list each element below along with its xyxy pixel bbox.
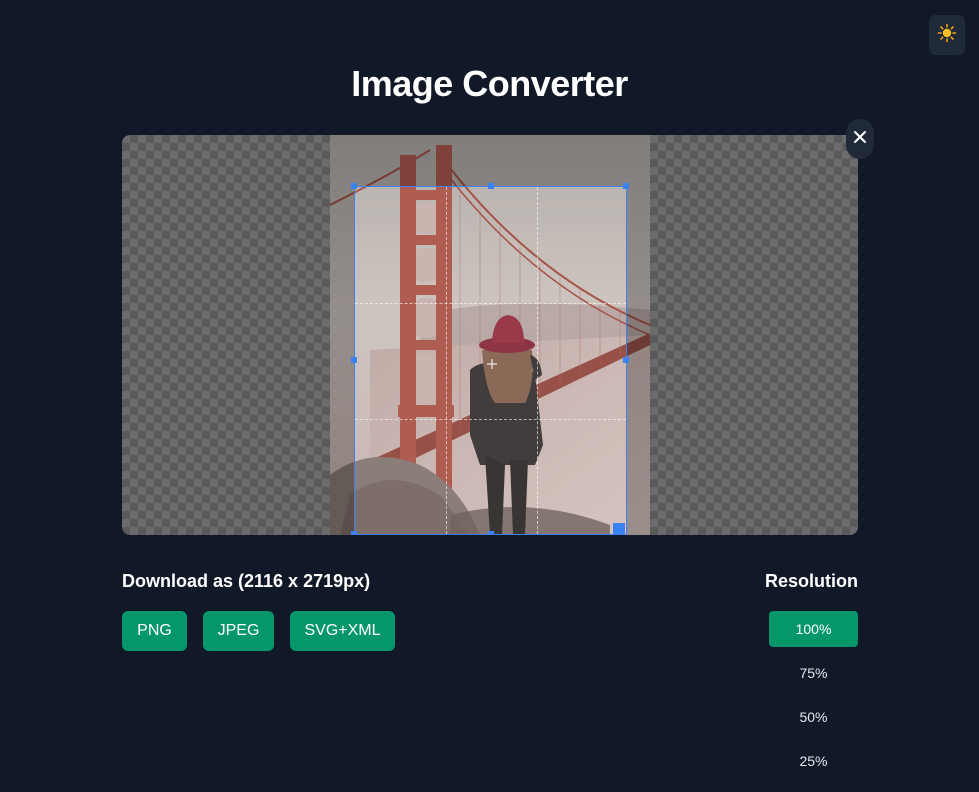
resolution-title: Resolution — [765, 571, 858, 591]
crop-handle-top-right[interactable] — [623, 183, 629, 189]
crop-handle-left[interactable] — [351, 357, 357, 363]
crop-handle-bottom-right[interactable] — [613, 523, 625, 535]
download-jpeg-button[interactable]: JPEG — [203, 611, 274, 651]
crop-selection[interactable] — [351, 183, 629, 535]
download-svg-button[interactable]: SVG+XML — [290, 611, 395, 651]
resolution-option-25[interactable]: 25% — [769, 743, 858, 779]
download-title: Download as (2116 x 2719px) — [122, 571, 371, 591]
image-preview-area — [122, 135, 858, 535]
crop-guide-line — [355, 303, 626, 304]
crop-handle-bottom-left[interactable] — [351, 531, 357, 535]
crop-shade-top — [354, 135, 627, 186]
crop-shade-right — [627, 135, 650, 535]
sun-icon — [937, 23, 957, 48]
resolution-option-50[interactable]: 50% — [769, 699, 858, 735]
crop-guide-line — [446, 187, 447, 534]
crop-guide-line — [537, 187, 538, 534]
resolution-option-75[interactable]: 75% — [769, 655, 858, 691]
crop-handle-bottom[interactable] — [488, 531, 494, 535]
resolution-option-100[interactable]: 100% — [769, 611, 858, 647]
crop-guide-line — [355, 419, 626, 420]
close-image-button[interactable] — [846, 119, 874, 159]
crop-shade-left — [330, 135, 354, 535]
crop-handle-right[interactable] — [623, 357, 629, 363]
close-icon — [853, 130, 867, 149]
crop-center-icon — [487, 356, 497, 369]
download-png-button[interactable]: PNG — [122, 611, 187, 651]
theme-toggle-button[interactable] — [929, 15, 965, 55]
crop-handle-top-left[interactable] — [351, 183, 357, 189]
page-title: Image Converter — [351, 63, 628, 104]
crop-handle-top[interactable] — [488, 183, 494, 189]
